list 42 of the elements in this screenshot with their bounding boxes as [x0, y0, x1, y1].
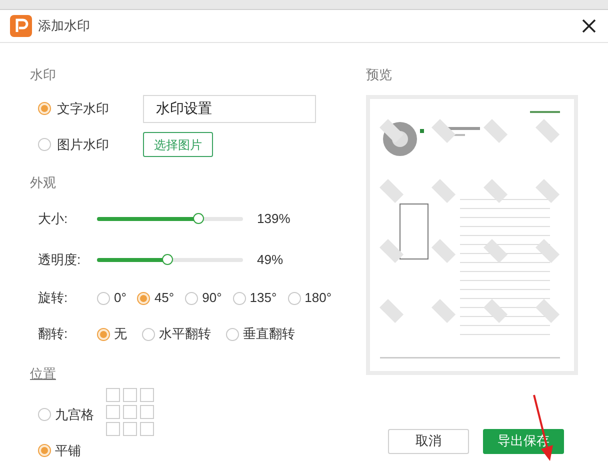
section-heading: 预览	[366, 66, 393, 84]
slider-value: 139%	[257, 210, 290, 228]
radio-button[interactable]	[137, 292, 150, 304]
radio-label: 0°	[114, 289, 126, 308]
radio-label: 45°	[154, 289, 174, 308]
app-logo-icon	[10, 15, 32, 37]
radio-button[interactable]	[288, 292, 301, 304]
radio-label: 无	[114, 325, 127, 344]
radio-button[interactable]	[38, 408, 51, 421]
radio-label: 垂直翻转	[243, 325, 295, 344]
radio-button[interactable]	[226, 328, 239, 340]
section-heading: 位置	[30, 365, 57, 383]
section-heading: 外观	[30, 174, 57, 192]
slider-label: 透明度:	[38, 250, 82, 269]
radio-label: 135°	[250, 289, 277, 308]
slider-label: 大小:	[38, 210, 69, 228]
radio-button[interactable]	[232, 292, 246, 304]
radio-button[interactable]	[97, 328, 110, 340]
grid-position-icon[interactable]	[106, 388, 154, 436]
radio-label: 九宫格	[55, 406, 94, 424]
radio-label: 90°	[202, 289, 222, 308]
radio-label: 180°	[304, 289, 332, 308]
radio-label: 水平翻转	[159, 325, 211, 344]
slider-thumb[interactable]	[162, 254, 174, 264]
radio-button[interactable]	[142, 328, 155, 340]
radio-button[interactable]	[97, 292, 110, 304]
window-title: 添加水印	[38, 17, 90, 36]
close-icon[interactable]	[582, 19, 596, 33]
radio-label: 文字水印	[57, 100, 110, 118]
radio-button[interactable]	[38, 444, 51, 457]
cancel-button[interactable]: 取消	[388, 428, 469, 454]
slider-value: 49%	[257, 250, 284, 269]
text-input[interactable]: 水印设置	[143, 94, 316, 122]
radio-button[interactable]	[38, 102, 51, 115]
radio-label: 平铺	[55, 442, 81, 460]
radio-button[interactable]	[185, 292, 198, 304]
option-label: 旋转:	[38, 289, 69, 308]
radio-button[interactable]	[38, 138, 51, 151]
slider-thumb[interactable]	[192, 212, 204, 224]
section-heading: 水印	[30, 66, 57, 84]
radio-label: 图片水印	[57, 136, 110, 154]
option-label: 翻转:	[38, 325, 69, 344]
